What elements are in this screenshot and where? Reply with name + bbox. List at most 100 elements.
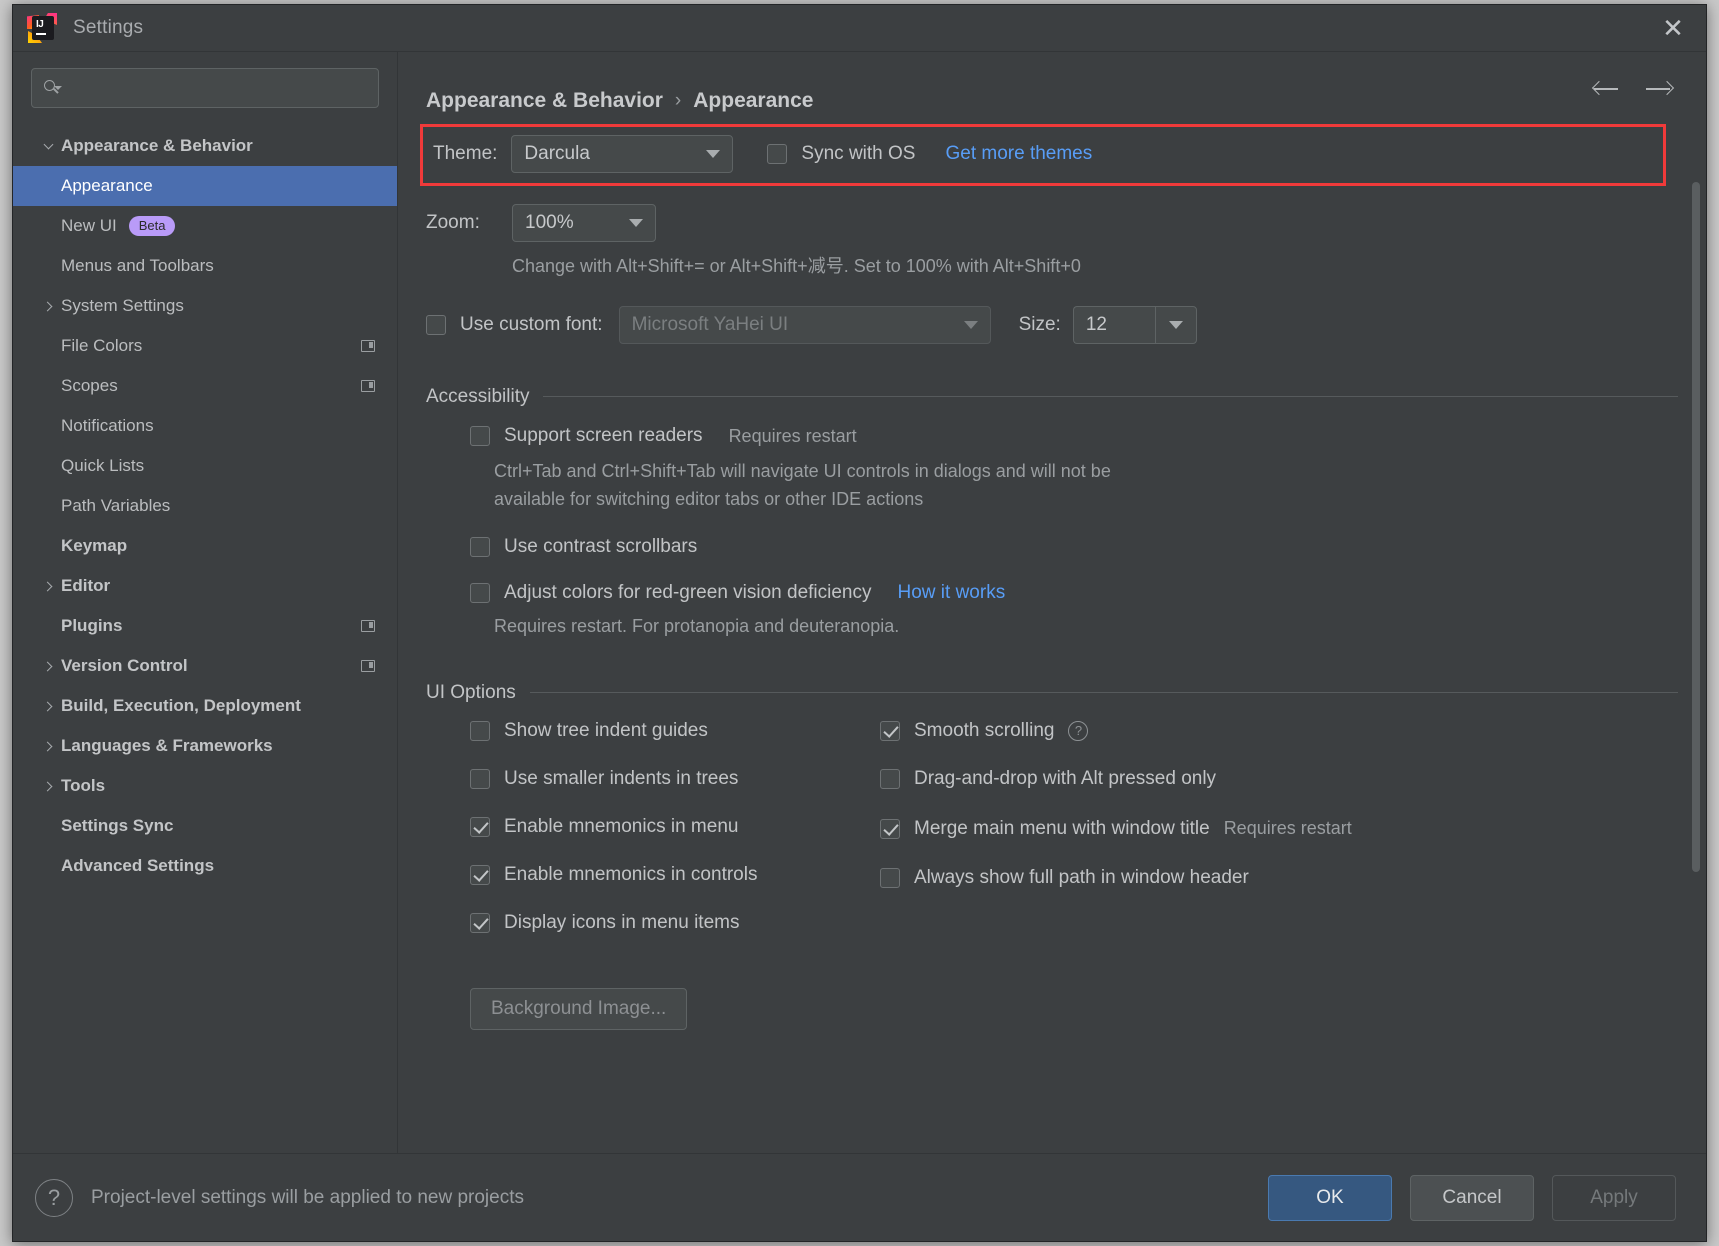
sidebar-item-quick-lists[interactable]: Quick Lists (13, 446, 397, 486)
sidebar-item-label: Appearance & Behavior (61, 136, 253, 156)
font-size-spinner[interactable]: 12 (1073, 306, 1197, 344)
sidebar-item-label: System Settings (61, 296, 184, 316)
contrast-scrollbars-label: Use contrast scrollbars (504, 536, 697, 558)
support-screen-readers-checkbox[interactable] (470, 426, 490, 446)
contrast-scrollbars-row[interactable]: Use contrast scrollbars (470, 536, 1678, 558)
sidebar-item-scopes[interactable]: Scopes (13, 366, 397, 406)
sidebar-item-label: Editor (61, 576, 110, 596)
ui-option-row[interactable]: Use smaller indents in trees (470, 768, 880, 790)
chevron-down-icon (1169, 321, 1183, 329)
ui-option-row[interactable]: Drag-and-drop with Alt pressed only (880, 768, 1678, 790)
footer-note: Project-level settings will be applied t… (91, 1187, 1250, 1209)
support-screen-readers-row[interactable]: Support screen readers Requires restart (470, 424, 1678, 450)
zoom-combobox[interactable]: 100% (512, 204, 656, 242)
ui-options-left-column: Show tree indent guides Use smaller inden… (470, 720, 880, 960)
ui-options-title: UI Options (426, 682, 516, 704)
sidebar-item-keymap[interactable]: Keymap (13, 526, 397, 566)
ui-option-checkbox[interactable] (470, 769, 490, 789)
ui-option-label: Enable mnemonics in menu (504, 816, 738, 838)
ui-option-checkbox[interactable] (470, 913, 490, 933)
font-size-field[interactable]: 12 (1073, 306, 1155, 344)
sidebar-item-path-variables[interactable]: Path Variables (13, 486, 397, 526)
breadcrumb-separator-icon: › (675, 90, 681, 112)
red-green-checkbox[interactable] (470, 583, 490, 603)
ui-option-checkbox[interactable] (880, 769, 900, 789)
settings-tree: Appearance & Behavior AppearanceNew UIBet… (13, 122, 397, 1153)
help-icon[interactable]: ? (35, 1179, 73, 1217)
red-green-label: Adjust colors for red-green vision defic… (504, 582, 872, 604)
theme-combobox[interactable]: Darcula (511, 135, 733, 173)
apply-button[interactable]: Apply (1552, 1175, 1676, 1221)
sidebar-item-editor[interactable]: Editor (13, 566, 397, 606)
beta-badge: Beta (129, 216, 176, 236)
ui-option-row[interactable]: Enable mnemonics in menu (470, 816, 880, 838)
custom-font-row: Use custom font: Microsoft YaHei UI Size… (426, 306, 1678, 344)
settings-scroll-area: Theme: Darcula Sync with OS Get more the… (398, 124, 1706, 1153)
title-bar: IJ Settings ✕ (13, 5, 1706, 51)
ui-option-checkbox[interactable] (880, 819, 900, 839)
sidebar-item-advanced-settings[interactable]: Advanced Settings (13, 846, 397, 886)
sidebar-item-label: Settings Sync (61, 816, 173, 836)
ui-option-checkbox[interactable] (470, 817, 490, 837)
background-image-button[interactable]: Background Image... (470, 988, 687, 1030)
sidebar-item-new-ui[interactable]: New UIBeta (13, 206, 397, 246)
custom-font-combobox[interactable]: Microsoft YaHei UI (619, 306, 991, 344)
how-it-works-link[interactable]: How it works (898, 582, 1006, 604)
support-screen-readers-note: Requires restart (729, 424, 857, 450)
get-more-themes-link[interactable]: Get more themes (945, 143, 1092, 165)
ui-option-label: Use smaller indents in trees (504, 768, 738, 790)
ui-option-row[interactable]: Display icons in menu items (470, 912, 880, 934)
ui-option-note: Requires restart (1224, 816, 1352, 842)
ui-option-label: Drag-and-drop with Alt pressed only (914, 768, 1216, 790)
sync-with-os-checkbox[interactable] (767, 144, 787, 164)
sidebar-item-label: Plugins (61, 616, 122, 636)
ui-option-row[interactable]: Always show full path in window header (880, 867, 1678, 889)
chevron-down-icon (964, 321, 978, 329)
sidebar-item-system-settings[interactable]: System Settings (13, 286, 397, 326)
search-input[interactable] (68, 79, 368, 97)
sidebar-item-tools[interactable]: Tools (13, 766, 397, 806)
theme-label: Theme: (433, 143, 497, 165)
sidebar-item-appearance-behavior[interactable]: Appearance & Behavior (13, 126, 397, 166)
sidebar-item-file-colors[interactable]: File Colors (13, 326, 397, 366)
ui-option-checkbox[interactable] (880, 868, 900, 888)
help-icon[interactable]: ? (1068, 721, 1088, 741)
ui-option-checkbox[interactable] (470, 721, 490, 741)
ui-option-row[interactable]: Merge main menu with window titleRequire… (880, 816, 1678, 842)
ui-option-row[interactable]: Show tree indent guides (470, 720, 880, 742)
sidebar-item-settings-sync[interactable]: Settings Sync (13, 806, 397, 846)
close-icon[interactable]: ✕ (1656, 11, 1690, 45)
sidebar-item-appearance[interactable]: Appearance (13, 166, 397, 206)
chevron-right-icon (35, 783, 61, 790)
sidebar-item-label: Advanced Settings (61, 856, 214, 876)
sidebar-item-menus-and-toolbars[interactable]: Menus and Toolbars (13, 246, 397, 286)
ui-options-columns: Show tree indent guides Use smaller inden… (470, 720, 1678, 960)
search-box[interactable] (31, 68, 379, 108)
breadcrumb-current: Appearance (693, 89, 813, 113)
ui-option-checkbox[interactable] (470, 865, 490, 885)
ui-option-checkbox[interactable] (880, 721, 900, 741)
custom-font-value: Microsoft YaHei UI (632, 314, 952, 336)
project-scope-icon (361, 340, 375, 352)
ui-option-row[interactable]: Enable mnemonics in controls (470, 864, 880, 886)
cancel-button[interactable]: Cancel (1410, 1175, 1534, 1221)
vertical-scrollbar[interactable] (1692, 182, 1700, 872)
sync-with-os-row[interactable]: Sync with OS (767, 143, 915, 165)
use-custom-font-checkbox[interactable] (426, 315, 446, 335)
breadcrumb-parent[interactable]: Appearance & Behavior (426, 89, 663, 113)
font-size-stepper[interactable] (1155, 306, 1197, 344)
search-container (13, 68, 397, 122)
sidebar-item-build-execution-deployment[interactable]: Build, Execution, Deployment (13, 686, 397, 726)
ui-option-row[interactable]: Smooth scrolling? (880, 720, 1678, 742)
sidebar-item-label: Languages & Frameworks (61, 736, 273, 756)
sidebar-item-notifications[interactable]: Notifications (13, 406, 397, 446)
sidebar-item-label: File Colors (61, 336, 142, 356)
red-green-row[interactable]: Adjust colors for red-green vision defic… (470, 582, 1678, 604)
ok-button[interactable]: OK (1268, 1175, 1392, 1221)
forward-arrow-icon[interactable] (1646, 78, 1672, 100)
sidebar-item-plugins[interactable]: Plugins (13, 606, 397, 646)
sidebar-item-languages-frameworks[interactable]: Languages & Frameworks (13, 726, 397, 766)
sidebar-item-version-control[interactable]: Version Control (13, 646, 397, 686)
contrast-scrollbars-checkbox[interactable] (470, 537, 490, 557)
back-arrow-icon[interactable] (1594, 78, 1620, 100)
